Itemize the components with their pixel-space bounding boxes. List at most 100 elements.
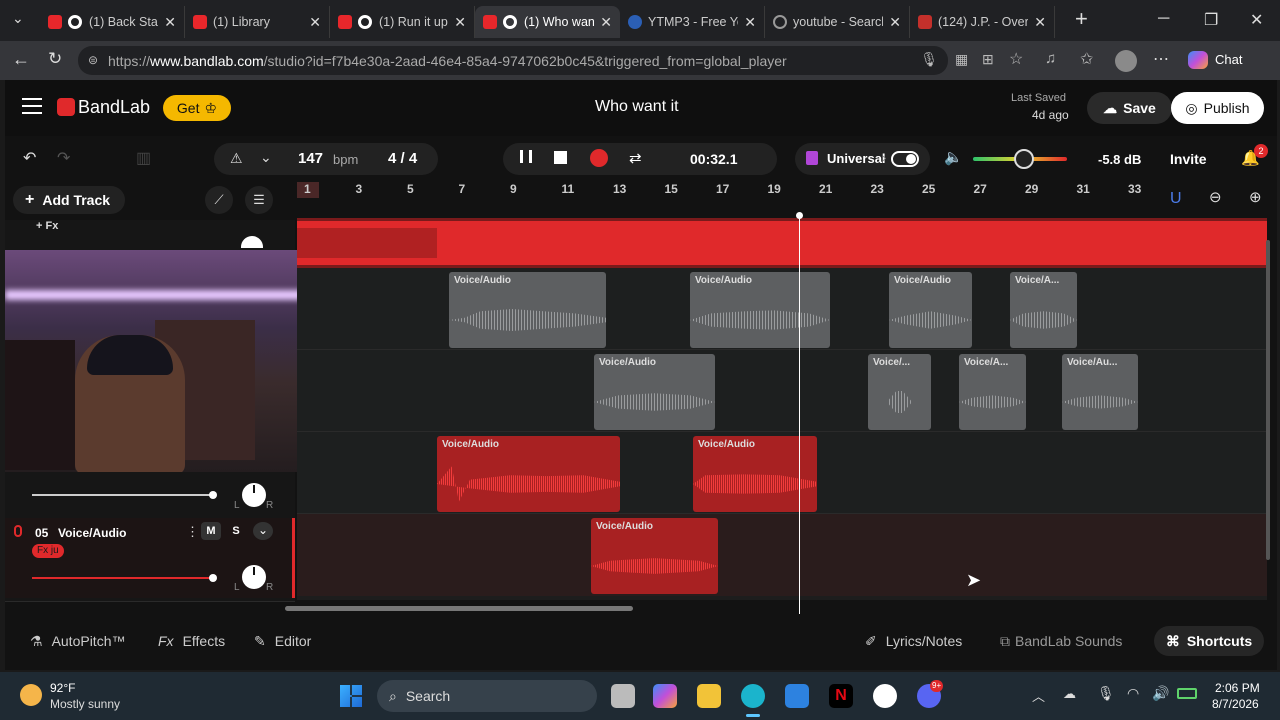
get-membership-button[interactable]: Get ♔ — [163, 95, 231, 121]
browser-tab[interactable]: (124) J.P. - Over ✕ — [910, 6, 1055, 38]
audio-clip[interactable]: Voice/... — [868, 354, 931, 430]
netflix-icon[interactable]: N — [829, 684, 853, 708]
browser-tab[interactable]: youtube - Search ✕ — [765, 6, 910, 38]
track-5-pan-knob[interactable] — [242, 565, 266, 589]
audio-clip[interactable]: Voice/A... — [959, 354, 1026, 430]
mixer-icon[interactable]: ☰ — [245, 186, 273, 214]
project-title[interactable]: Who want it — [595, 98, 679, 116]
taskbar-search-box[interactable]: ⌕ Search — [377, 680, 597, 712]
browser-tab-active[interactable]: (1) Who wan ✕ — [475, 6, 620, 38]
track-4-pan-knob[interactable] — [242, 483, 266, 507]
fx-tag[interactable]: Fx ju — [32, 544, 64, 558]
pause-icon[interactable] — [520, 150, 532, 163]
favorite-star-icon[interactable]: ☆ — [1009, 49, 1023, 69]
windows-start-icon[interactable] — [340, 685, 362, 707]
edge-browser-icon[interactable] — [741, 684, 765, 708]
invite-button[interactable]: Invite — [1170, 151, 1207, 167]
time-signature[interactable]: 4 / 4 — [388, 150, 417, 167]
add-track-button[interactable]: + Add Track — [13, 186, 125, 214]
temperature[interactable]: 92°F — [50, 681, 75, 695]
record-button[interactable] — [590, 149, 608, 167]
metronome-chevron-icon[interactable]: ⌄ — [260, 149, 272, 166]
track-options-icon[interactable]: ⋮ — [186, 524, 199, 540]
audio-clip[interactable]: Voice/Audio — [889, 272, 972, 348]
brand-name[interactable]: BandLab — [78, 97, 150, 118]
close-tab-icon[interactable]: ✕ — [744, 14, 756, 31]
app-available-icon[interactable]: ▦ — [955, 51, 968, 68]
weather-sun-icon[interactable] — [20, 684, 42, 706]
tab-list-chevron-icon[interactable]: ⌄ — [12, 10, 24, 27]
more-menu-icon[interactable]: ⋯ — [1153, 49, 1169, 69]
site-info-icon[interactable]: ⊜ — [88, 53, 98, 67]
minimize-icon[interactable]: ─ — [1158, 10, 1169, 28]
clock-date[interactable]: 8/7/2026 — [1212, 697, 1259, 711]
audio-clip[interactable]: Voice/Audio — [690, 272, 830, 348]
close-tab-icon[interactable]: ✕ — [454, 14, 466, 31]
media-icon[interactable]: ♫ — [1045, 50, 1056, 67]
clock-time[interactable]: 2:06 PM — [1215, 681, 1260, 695]
shortcuts-button[interactable]: ⌘ Shortcuts — [1154, 626, 1264, 656]
close-tab-icon[interactable]: ✕ — [1034, 14, 1046, 31]
fx-button[interactable]: + Fx — [36, 220, 58, 232]
mute-button[interactable]: M — [201, 522, 221, 540]
volume-tray-icon[interactable]: 🔊 — [1152, 685, 1169, 702]
track-5-header[interactable]: 05 Voice/Audio ⋮ M S ⌄ Fx ju L R — [5, 518, 295, 598]
vertical-scrollbar[interactable] — [1266, 240, 1270, 560]
master-waveform-track[interactable] — [297, 218, 1267, 268]
favorites-icon[interactable]: ✩ — [1080, 49, 1093, 69]
hamburger-menu-icon[interactable] — [22, 98, 42, 114]
playhead-line[interactable] — [799, 214, 800, 614]
volume-handle[interactable] — [209, 574, 217, 582]
publish-button[interactable]: ◎ Publish — [1171, 92, 1264, 124]
expand-chevron-icon[interactable]: ⌄ — [253, 522, 273, 540]
browser-tab[interactable]: (1) Library ✕ — [185, 6, 330, 38]
volume-knob[interactable] — [1014, 149, 1034, 169]
magnet-snap-icon[interactable]: U — [1170, 190, 1182, 208]
close-tab-icon[interactable]: ✕ — [600, 14, 612, 31]
restore-icon[interactable]: ❐ — [1204, 10, 1218, 30]
volume-handle[interactable] — [209, 491, 217, 499]
mic-icon[interactable]: 🎙 — [920, 51, 938, 68]
automation-icon[interactable]: ⟋ — [205, 186, 233, 214]
pan-knob-track1[interactable] — [241, 236, 263, 248]
copilot-icon[interactable] — [1188, 51, 1208, 69]
url-input[interactable]: ⊜ https://www.bandlab.com/studio?id=f7b4… — [78, 46, 948, 75]
tray-chevron-icon[interactable]: ︿ — [1032, 686, 1045, 705]
track-5-volume-slider[interactable] — [32, 574, 217, 582]
chat-button[interactable]: Chat — [1215, 52, 1242, 67]
metronome-icon[interactable]: ⚠ — [230, 150, 243, 167]
redo-icon[interactable]: ↷ — [57, 148, 70, 168]
task-view-icon[interactable] — [611, 684, 635, 708]
onedrive-icon[interactable]: ☁ — [1063, 686, 1076, 702]
arrangement-view[interactable]: Voice/Audio Voice/Audio Voice/Audio Voic… — [297, 212, 1267, 614]
back-icon[interactable]: ← — [12, 49, 30, 70]
browser-tab[interactable]: YTMP3 - Free Yo ✕ — [620, 6, 765, 38]
browser-tab[interactable]: (1) Run it up ✕ — [330, 6, 475, 38]
track-4-volume-slider[interactable] — [32, 491, 217, 499]
undo-icon[interactable]: ↶ — [23, 148, 36, 168]
mic-tray-icon[interactable]: 🎙 — [1097, 685, 1115, 702]
profile-avatar[interactable] — [1115, 50, 1137, 72]
speaker-icon[interactable]: 🔈 — [944, 148, 963, 166]
close-tab-icon[interactable]: ✕ — [309, 14, 321, 31]
close-tab-icon[interactable]: ✕ — [889, 14, 901, 31]
microsoft-store-icon[interactable] — [785, 684, 809, 708]
close-window-icon[interactable]: ✕ — [1250, 10, 1263, 30]
extensions-icon[interactable]: ⊞ — [982, 51, 994, 68]
preset-toggle[interactable] — [891, 151, 919, 167]
editor-button[interactable]: ✎ Editor — [254, 633, 311, 650]
keyboard-icon[interactable]: ▥ — [136, 148, 151, 168]
preset-name[interactable]: Universal — [827, 151, 886, 166]
save-button[interactable]: ☁ Save — [1087, 92, 1172, 124]
bandlab-sounds-button[interactable]: ⧉ BandLab Sounds — [1000, 633, 1122, 650]
track-name[interactable]: Voice/Audio — [58, 526, 126, 540]
effects-button[interactable]: Fx Effects — [158, 633, 225, 649]
solo-button[interactable]: S — [226, 522, 246, 540]
wifi-icon[interactable]: ◠ — [1127, 685, 1139, 702]
audio-clip[interactable]: Voice/Audio — [594, 354, 715, 430]
horizontal-scrollbar[interactable] — [285, 606, 633, 611]
new-tab-icon[interactable]: + — [1075, 6, 1088, 32]
battery-icon[interactable] — [1177, 688, 1197, 699]
bpm-value[interactable]: 147 — [298, 150, 323, 167]
autopitch-button[interactable]: ⚗ AutoPitch™ — [30, 633, 126, 650]
